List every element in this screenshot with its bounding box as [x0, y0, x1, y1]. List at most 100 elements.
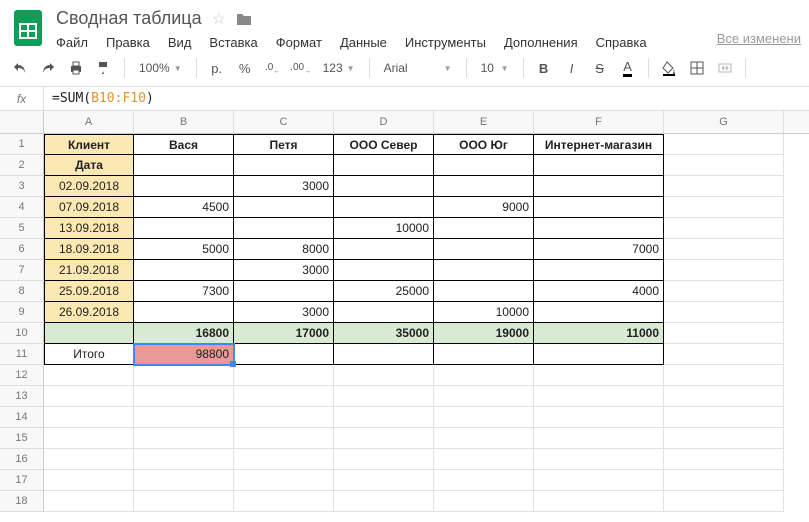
redo-button[interactable] [36, 56, 60, 80]
row-header[interactable]: 9 [0, 302, 44, 323]
row-header[interactable]: 16 [0, 449, 44, 470]
cell[interactable] [534, 197, 664, 218]
cell[interactable]: 3000 [234, 302, 334, 323]
cell[interactable] [434, 218, 534, 239]
cell[interactable]: 11000 [534, 323, 664, 344]
cell[interactable] [534, 218, 664, 239]
cell[interactable]: 3000 [234, 260, 334, 281]
zoom-select[interactable]: 100%▼ [133, 61, 188, 75]
col-header-E[interactable]: E [434, 111, 534, 133]
font-size-select[interactable]: 10▼ [475, 61, 515, 75]
cell[interactable] [534, 365, 664, 386]
cell-selected[interactable]: 98800 [134, 344, 234, 365]
col-header-B[interactable]: B [134, 111, 234, 133]
cell[interactable]: ООО Юг [434, 134, 534, 155]
cell[interactable]: 35000 [334, 323, 434, 344]
cell[interactable] [434, 428, 534, 449]
cell[interactable]: 5000 [134, 239, 234, 260]
cell[interactable]: 18.09.2018 [44, 239, 134, 260]
cell[interactable] [134, 302, 234, 323]
col-header-D[interactable]: D [334, 111, 434, 133]
cell[interactable] [134, 470, 234, 491]
menu-insert[interactable]: Вставка [209, 35, 257, 50]
cell[interactable]: 8000 [234, 239, 334, 260]
menu-view[interactable]: Вид [168, 35, 192, 50]
cell[interactable]: 21.09.2018 [44, 260, 134, 281]
currency-button[interactable]: р. [205, 56, 229, 80]
menu-help[interactable]: Справка [596, 35, 647, 50]
star-icon[interactable]: ☆ [212, 9, 226, 29]
cell[interactable]: Итого [44, 344, 134, 365]
cell[interactable] [434, 386, 534, 407]
cell[interactable]: 3000 [234, 176, 334, 197]
row-header[interactable]: 3 [0, 176, 44, 197]
cell[interactable] [334, 176, 434, 197]
cell[interactable] [234, 365, 334, 386]
cell[interactable] [334, 407, 434, 428]
cell[interactable]: Петя [234, 134, 334, 155]
cell[interactable] [334, 260, 434, 281]
cell[interactable]: 02.09.2018 [44, 176, 134, 197]
merge-button[interactable] [713, 56, 737, 80]
cell[interactable] [44, 449, 134, 470]
menu-addons[interactable]: Дополнения [504, 35, 578, 50]
row-header[interactable]: 8 [0, 281, 44, 302]
cell[interactable] [434, 470, 534, 491]
cell[interactable] [234, 155, 334, 176]
cell[interactable]: 10000 [334, 218, 434, 239]
cell[interactable]: Интернет-магазин [534, 134, 664, 155]
row-header[interactable]: 17 [0, 470, 44, 491]
cell[interactable] [44, 386, 134, 407]
strike-button[interactable]: S [588, 56, 612, 80]
cell[interactable] [664, 176, 784, 197]
cell[interactable] [44, 365, 134, 386]
select-all-corner[interactable] [0, 111, 44, 133]
cell[interactable] [434, 491, 534, 512]
cell[interactable]: 10000 [434, 302, 534, 323]
italic-button[interactable]: I [560, 56, 584, 80]
cell[interactable] [334, 491, 434, 512]
bold-button[interactable]: B [532, 56, 556, 80]
cell[interactable] [664, 491, 784, 512]
cell[interactable] [334, 239, 434, 260]
cell[interactable] [434, 344, 534, 365]
undo-button[interactable] [8, 56, 32, 80]
cell[interactable] [434, 239, 534, 260]
menu-data[interactable]: Данные [340, 35, 387, 50]
cell[interactable] [664, 386, 784, 407]
cell[interactable] [434, 407, 534, 428]
cell[interactable] [134, 365, 234, 386]
cell[interactable] [664, 239, 784, 260]
borders-button[interactable] [685, 56, 709, 80]
cell[interactable] [134, 386, 234, 407]
cell[interactable] [134, 491, 234, 512]
cell[interactable]: 25000 [334, 281, 434, 302]
paint-format-button[interactable] [92, 56, 116, 80]
cell[interactable]: 7300 [134, 281, 234, 302]
cell[interactable] [534, 176, 664, 197]
col-header-C[interactable]: C [234, 111, 334, 133]
folder-icon[interactable] [236, 12, 252, 26]
cell[interactable] [664, 134, 784, 155]
cell[interactable] [664, 344, 784, 365]
cell[interactable] [134, 155, 234, 176]
cell[interactable] [534, 449, 664, 470]
cell[interactable] [134, 428, 234, 449]
cell[interactable] [534, 344, 664, 365]
menu-format[interactable]: Формат [276, 35, 322, 50]
print-button[interactable] [64, 56, 88, 80]
cell[interactable] [534, 428, 664, 449]
cell[interactable]: 9000 [434, 197, 534, 218]
doc-title[interactable]: Сводная таблица [56, 8, 202, 29]
cell[interactable]: 16800 [134, 323, 234, 344]
cell[interactable]: Клиент [44, 134, 134, 155]
cell[interactable]: 19000 [434, 323, 534, 344]
col-header-A[interactable]: A [44, 111, 134, 133]
cell[interactable] [534, 491, 664, 512]
cell[interactable] [234, 281, 334, 302]
cell[interactable]: 4000 [534, 281, 664, 302]
sheets-logo[interactable] [8, 8, 48, 48]
row-header[interactable]: 13 [0, 386, 44, 407]
cell[interactable] [434, 260, 534, 281]
cell[interactable] [334, 344, 434, 365]
